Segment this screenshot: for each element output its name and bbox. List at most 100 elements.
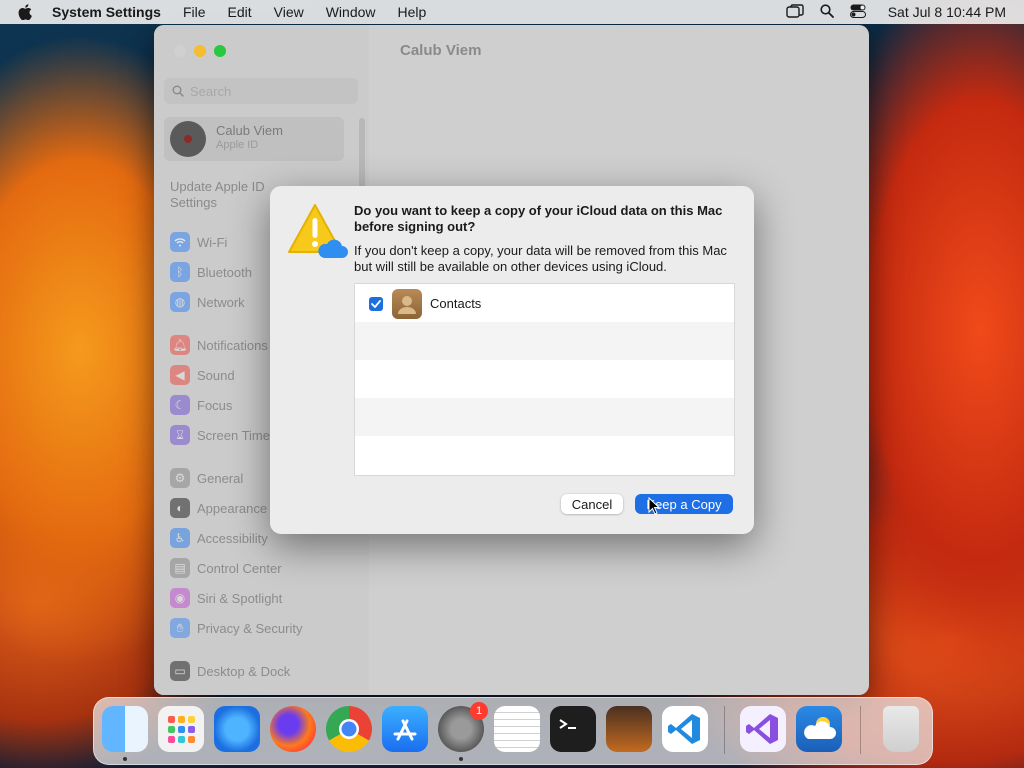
dock-separator — [860, 706, 861, 754]
sidebar-item-label: Control Center — [197, 560, 282, 576]
safari-icon[interactable] — [214, 706, 260, 752]
focus-icon: ☾ — [170, 395, 190, 415]
screen-mirroring-icon[interactable] — [786, 3, 804, 21]
data-items-list: Contacts — [354, 283, 735, 476]
account-name: Calub Viem — [216, 123, 283, 138]
finder-icon[interactable] — [102, 706, 148, 752]
sidebar-item-appearance[interactable]: ◐ Appearance — [170, 497, 267, 519]
menu-file[interactable]: File — [183, 4, 206, 20]
contacts-icon — [392, 289, 422, 319]
dialog-title: Do you want to keep a copy of your iClou… — [354, 203, 723, 234]
sidebar-item-label: Siri & Spotlight — [197, 590, 283, 606]
menu-help[interactable]: Help — [398, 4, 427, 20]
sidebar-item-label: Focus — [197, 397, 233, 413]
sidebar-item-focus[interactable]: ☾ Focus — [170, 394, 232, 416]
sidebar-item-bluetooth[interactable]: ᛒ Bluetooth — [170, 261, 252, 283]
sidebar-item-privacy-security[interactable]: ✋︎ Privacy & Security — [170, 617, 302, 639]
trash-icon[interactable] — [883, 706, 919, 752]
textedit-icon[interactable] — [494, 706, 540, 752]
desktop-dock-icon: ▭ — [170, 661, 190, 681]
contacts-checkbox[interactable] — [369, 297, 383, 311]
window-controls — [174, 45, 226, 57]
sidebar-item-label: Network — [197, 294, 245, 310]
close-button[interactable] — [174, 45, 186, 57]
wifi-icon — [170, 232, 190, 252]
sidebar-item-network[interactable]: ◍ Network — [170, 291, 245, 313]
search-icon — [172, 85, 184, 97]
list-empty-row — [355, 398, 734, 436]
launchpad-icon[interactable] — [158, 706, 204, 752]
general-icon: ⚙︎ — [170, 468, 190, 488]
sidebar-item-label: Bluetooth — [197, 264, 252, 280]
mouse-pointer-icon — [648, 496, 661, 520]
dock-separator — [724, 706, 725, 754]
sidebar-item-notifications[interactable]: 🔔︎ Notifications — [170, 334, 268, 356]
sidebar-item-label: Screen Time — [197, 427, 270, 443]
sound-icon: ◀︎ — [170, 365, 190, 385]
avatar — [170, 121, 206, 157]
search-input[interactable]: Search — [164, 78, 358, 104]
bluetooth-icon: ᛒ — [170, 262, 190, 282]
visual-studio-icon[interactable] — [740, 706, 786, 752]
notification-badge: 1 — [470, 702, 488, 720]
sidebar-item-label: Notifications — [197, 337, 268, 353]
search-placeholder: Search — [190, 83, 232, 99]
cancel-button[interactable]: Cancel — [561, 494, 623, 514]
signout-dialog: Do you want to keep a copy of your iClou… — [270, 186, 754, 534]
minimize-button[interactable] — [194, 45, 206, 57]
sidebar-item-screen-time[interactable]: ⌛︎ Screen Time — [170, 424, 270, 446]
account-subtitle: Apple ID — [216, 139, 259, 151]
network-icon: ◍ — [170, 292, 190, 312]
chrome-icon[interactable] — [326, 706, 372, 752]
control-center-icon[interactable] — [849, 4, 866, 21]
sidebar-item-siri-spotlight[interactable]: ◉ Siri & Spotlight — [170, 587, 282, 609]
sidebar-item-label: Sound — [197, 367, 235, 383]
contacts-label: Contacts — [430, 296, 482, 311]
clock[interactable]: Sat Jul 8 10:44 PM — [888, 4, 1006, 20]
running-indicator — [123, 757, 127, 761]
vscode-icon[interactable] — [662, 706, 708, 752]
sidebar-item-sound[interactable]: ◀︎ Sound — [170, 364, 235, 386]
update-apple-id-link[interactable]: Update Apple ID Settings — [170, 179, 280, 211]
sidebar-item-label: Desktop & Dock — [197, 663, 291, 679]
sidebar-item-label: Appearance — [197, 500, 268, 516]
sidebar-item-accessibility[interactable]: ♿︎ Accessibility — [170, 527, 268, 549]
firefox-icon[interactable] — [270, 706, 316, 752]
list-empty-row — [355, 360, 734, 398]
running-indicator — [459, 757, 463, 761]
dialog-message: If you don't keep a copy, your data will… — [354, 243, 727, 274]
app-store-icon[interactable] — [382, 706, 428, 752]
menu-view[interactable]: View — [274, 4, 304, 20]
sidebar-item-label: Accessibility — [197, 530, 268, 546]
sidebar-item-label: General — [197, 470, 244, 486]
list-empty-row — [355, 322, 734, 360]
menu-window[interactable]: Window — [326, 4, 376, 20]
garageband-icon[interactable] — [606, 706, 652, 752]
screen-time-icon: ⌛︎ — [170, 425, 190, 445]
dock: 1 — [93, 697, 933, 765]
control-center-icon: ▤ — [170, 558, 190, 578]
siri-icon: ◉ — [170, 588, 190, 608]
list-item-contacts[interactable]: Contacts — [355, 284, 734, 322]
sidebar-item-wifi[interactable]: Wi-Fi — [170, 231, 227, 253]
apple-id-account[interactable]: Calub Viem Apple ID — [164, 117, 344, 161]
window-title: Calub Viem — [400, 42, 482, 59]
warning-icloud-icon — [286, 202, 348, 260]
sidebar-item-label: Wi-Fi — [197, 234, 228, 250]
apple-menu-icon[interactable] — [18, 4, 36, 20]
sidebar-item-general[interactable]: ⚙︎ General — [170, 467, 243, 489]
sidebar-item-control-center[interactable]: ▤ Control Center — [170, 557, 282, 579]
menu-app-name[interactable]: System Settings — [52, 4, 161, 20]
menu-edit[interactable]: Edit — [228, 4, 252, 20]
zoom-button[interactable] — [214, 45, 226, 57]
sidebar-item-desktop-dock[interactable]: ▭ Desktop & Dock — [170, 660, 290, 682]
sidebar-scrollbar[interactable] — [359, 118, 365, 188]
weather-icon[interactable] — [796, 706, 842, 752]
privacy-icon: ✋︎ — [170, 618, 190, 638]
notifications-icon: 🔔︎ — [170, 335, 190, 355]
accessibility-icon: ♿︎ — [170, 528, 190, 548]
menu-bar: System Settings File Edit View Window He… — [0, 0, 1024, 24]
spotlight-search-icon[interactable] — [820, 3, 834, 21]
terminal-icon[interactable] — [550, 706, 596, 752]
appearance-icon: ◐ — [170, 498, 190, 518]
